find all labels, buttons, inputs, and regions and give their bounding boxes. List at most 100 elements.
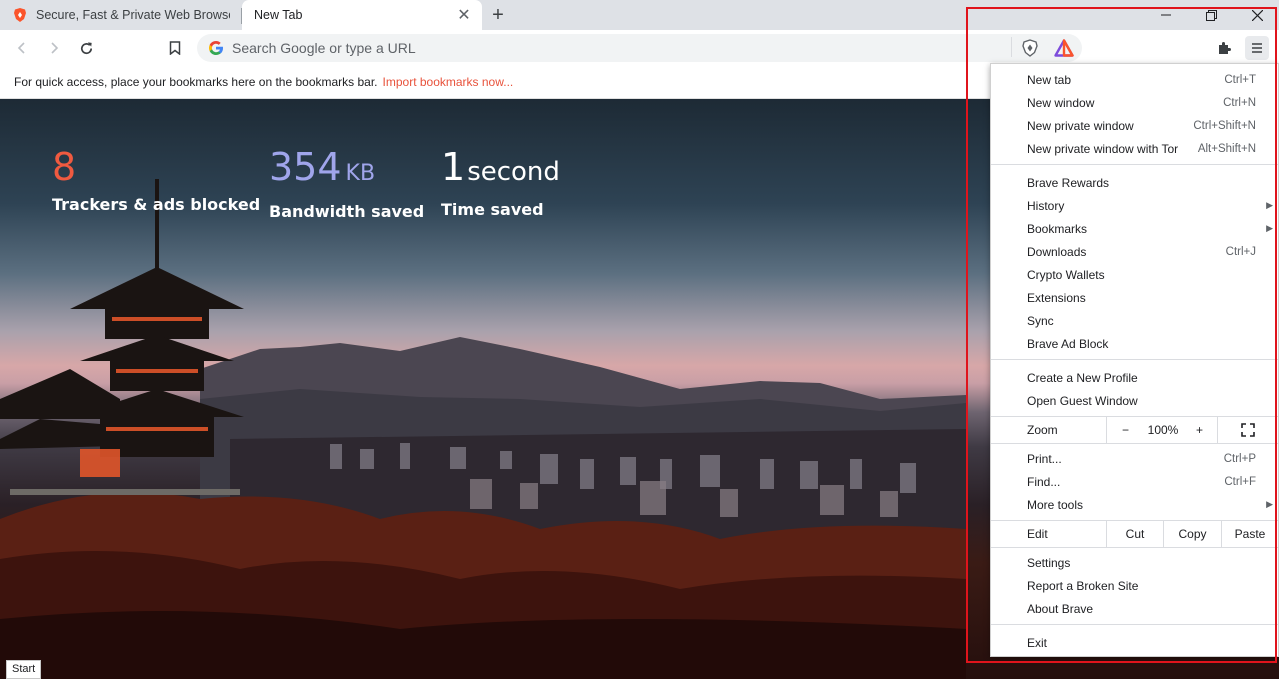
menu-item-downloads[interactable]: Downloads Ctrl+J	[991, 240, 1278, 263]
menu-item-find[interactable]: Find... Ctrl+F	[991, 470, 1278, 493]
app-menu: New tab Ctrl+T New window Ctrl+N New priva…	[990, 63, 1279, 657]
menu-item-label: More tools	[1027, 497, 1084, 512]
tab-brave-website[interactable]: Secure, Fast & Private Web Browser wi	[0, 0, 240, 30]
search-placeholder: Search Google or type a URL	[232, 40, 416, 56]
puzzle-icon	[1219, 42, 1231, 54]
tab-title: New Tab	[254, 8, 303, 22]
close-window-button[interactable]	[1234, 0, 1279, 30]
zoom-in-button[interactable]: +	[1182, 417, 1217, 443]
hamburger-menu-icon	[1252, 43, 1262, 53]
back-button[interactable]	[10, 36, 34, 60]
menu-item-exit[interactable]: Exit	[991, 631, 1278, 654]
menu-item-report-broken-site[interactable]: Report a Broken Site	[991, 574, 1278, 597]
menu-item-history[interactable]: History ▶	[991, 194, 1278, 217]
menu-separator	[991, 443, 1278, 444]
trackers-count: 8	[52, 145, 77, 189]
menu-item-extensions[interactable]: Extensions	[991, 286, 1278, 309]
menu-item-crypto-wallets[interactable]: Crypto Wallets	[991, 263, 1278, 286]
menu-item-label: Settings	[1027, 555, 1071, 570]
new-tab-button[interactable]: +	[487, 4, 509, 26]
minimize-button[interactable]	[1143, 0, 1189, 30]
menu-item-label: Create a New Profile	[1027, 370, 1138, 385]
brave-shields-icon	[1022, 39, 1038, 57]
menu-separator	[991, 164, 1278, 165]
menu-item-shortcut: Ctrl+Shift+N	[1193, 119, 1256, 132]
menu-item-shortcut: Ctrl+N	[1223, 96, 1256, 109]
bookmarks-bar-message: For quick access, place your bookmarks h…	[14, 75, 378, 89]
toolbar-separator	[1011, 37, 1012, 57]
time-label: Time saved	[441, 200, 544, 219]
menu-item-shortcut: Ctrl+J	[1225, 245, 1256, 258]
restore-button[interactable]	[1188, 0, 1234, 30]
menu-item-settings[interactable]: Settings	[991, 551, 1278, 574]
close-tab-icon[interactable]: ✕	[456, 5, 472, 25]
menu-separator	[991, 359, 1278, 360]
menu-item-about-brave[interactable]: About Brave	[991, 597, 1278, 620]
menu-item-label: About Brave	[1027, 601, 1094, 616]
edit-row: Edit Cut Copy Paste	[991, 521, 1278, 547]
menu-item-print[interactable]: Print... Ctrl+P	[991, 447, 1278, 470]
fullscreen-button[interactable]	[1217, 417, 1277, 443]
menu-item-shortcut: Ctrl+P	[1223, 452, 1256, 465]
edit-label: Edit	[1027, 527, 1048, 541]
tab-new-tab[interactable]: New Tab ✕	[242, 0, 482, 30]
menu-item-label: Exit	[1027, 635, 1048, 650]
menu-item-label: Find...	[1027, 474, 1061, 489]
menu-item-label: New private window	[1027, 118, 1134, 133]
zoom-level: 100%	[1147, 423, 1179, 437]
menu-separator	[991, 547, 1278, 548]
google-icon	[209, 41, 223, 55]
paste-button[interactable]: Paste	[1221, 521, 1278, 547]
time-value: 1	[441, 145, 466, 189]
menu-item-label: Bookmarks	[1027, 221, 1088, 236]
minimize-icon	[1161, 14, 1171, 16]
brave-shields-button[interactable]	[1018, 36, 1042, 60]
restore-icon	[1205, 9, 1217, 21]
menu-item-label: Crypto Wallets	[1027, 267, 1105, 282]
menu-item-label: History	[1027, 198, 1065, 213]
menu-item-new-tab[interactable]: New tab Ctrl+T	[991, 68, 1278, 91]
menu-item-label: New tab	[1027, 72, 1072, 87]
cut-button[interactable]: Cut	[1106, 521, 1163, 547]
brave-rewards-button[interactable]	[1052, 36, 1076, 60]
submenu-arrow-icon: ▶	[1266, 200, 1273, 210]
address-bar[interactable]: Search Google or type a URL	[197, 34, 1082, 62]
menu-item-more-tools[interactable]: More tools ▶	[991, 493, 1278, 516]
extensions-button[interactable]	[1213, 36, 1237, 60]
bookmark-page-button[interactable]	[163, 36, 187, 60]
tab-title: Secure, Fast & Private Web Browser wi	[36, 8, 230, 22]
reload-icon	[80, 41, 92, 54]
menu-item-create-profile[interactable]: Create a New Profile	[991, 366, 1278, 389]
arrow-right-icon	[51, 42, 59, 54]
menu-item-sync[interactable]: Sync	[991, 309, 1278, 332]
reload-button[interactable]	[74, 36, 98, 60]
copy-button[interactable]: Copy	[1163, 521, 1221, 547]
time-unit: second	[467, 157, 560, 187]
close-icon	[1251, 9, 1263, 21]
menu-item-label: Print...	[1027, 451, 1062, 466]
zoom-label: Zoom	[1027, 423, 1058, 437]
menu-item-new-private-window-tor[interactable]: New private window with Tor Alt+Shift+N	[991, 137, 1278, 160]
bandwidth-value: 354	[269, 145, 342, 189]
menu-item-brave-rewards[interactable]: Brave Rewards	[991, 171, 1278, 194]
forward-button[interactable]	[42, 36, 66, 60]
brave-lion-icon	[14, 8, 26, 22]
menu-item-label: Brave Ad Block	[1027, 336, 1109, 351]
import-bookmarks-link[interactable]: Import bookmarks now...	[383, 75, 514, 89]
menu-item-label: Open Guest Window	[1027, 393, 1138, 408]
app-menu-button[interactable]	[1245, 36, 1269, 60]
zoom-out-button[interactable]: −	[1106, 417, 1144, 443]
menu-item-shortcut: Ctrl+F	[1224, 475, 1256, 488]
time-stat: 1second Time saved	[441, 147, 560, 219]
menu-item-label: Extensions	[1027, 290, 1086, 305]
menu-item-shortcut: Alt+Shift+N	[1197, 142, 1256, 155]
menu-item-guest-window[interactable]: Open Guest Window	[991, 389, 1278, 412]
bandwidth-label: Bandwidth saved	[269, 202, 425, 221]
fullscreen-icon	[1240, 423, 1255, 437]
menu-item-brave-ad-block[interactable]: Brave Ad Block	[991, 332, 1278, 355]
menu-item-bookmarks[interactable]: Bookmarks ▶	[991, 217, 1278, 240]
menu-item-label: Brave Rewards	[1027, 175, 1110, 190]
menu-item-new-window[interactable]: New window Ctrl+N	[991, 91, 1278, 114]
zoom-row: Zoom − 100% +	[991, 417, 1278, 443]
menu-item-new-private-window[interactable]: New private window Ctrl+Shift+N	[991, 114, 1278, 137]
